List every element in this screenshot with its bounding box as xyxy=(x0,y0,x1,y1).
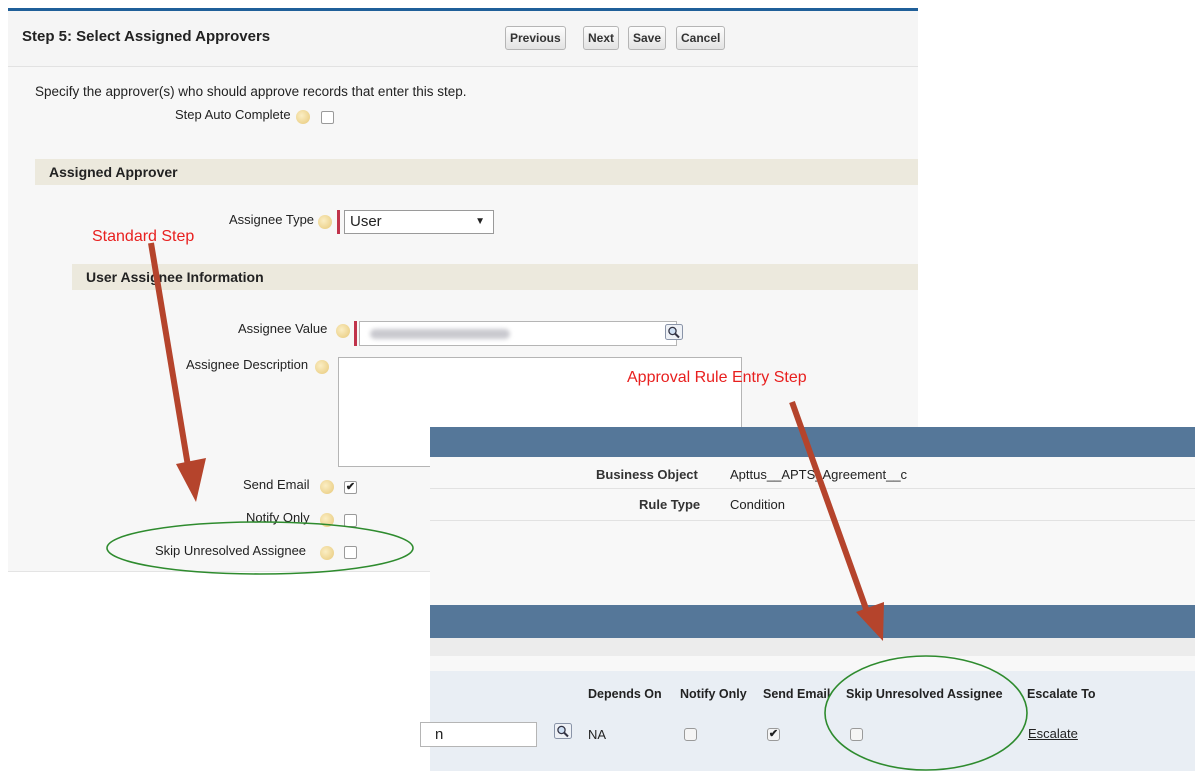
standard-step-arrow-head xyxy=(176,458,206,502)
annotation-layer xyxy=(106,242,1028,771)
standard-step-arrow-shaft xyxy=(148,242,193,479)
rule-step-arrow-shaft xyxy=(789,400,873,622)
approval-rule-annotation: Approval Rule Entry Step xyxy=(627,369,807,386)
rule-step-arrow-head xyxy=(856,602,884,641)
highlight-ellipse-standard xyxy=(106,521,414,575)
highlight-ellipse-rule xyxy=(824,655,1028,771)
standard-step-annotation: Standard Step xyxy=(92,228,195,245)
